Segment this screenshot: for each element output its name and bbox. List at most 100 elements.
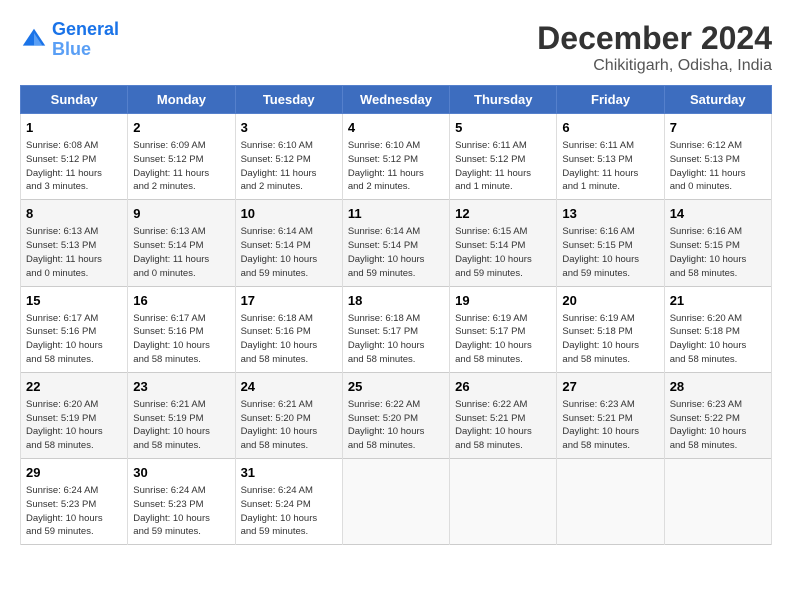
day-info: Sunrise: 6:22 AMSunset: 5:20 PMDaylight:… xyxy=(348,398,444,453)
calendar-cell: 19 Sunrise: 6:19 AMSunset: 5:17 PMDayligh… xyxy=(450,286,557,372)
weekday-header: Friday xyxy=(557,86,664,114)
day-info: Sunrise: 6:10 AMSunset: 5:12 PMDaylight:… xyxy=(348,139,444,194)
day-number: 20 xyxy=(562,292,658,310)
day-info: Sunrise: 6:14 AMSunset: 5:14 PMDaylight:… xyxy=(241,225,337,280)
day-info: Sunrise: 6:24 AMSunset: 5:24 PMDaylight:… xyxy=(241,484,337,539)
title-block: December 2024 Chikitigarh, Odisha, India xyxy=(537,20,772,75)
calendar-cell: 28 Sunrise: 6:23 AMSunset: 5:22 PMDayligh… xyxy=(664,372,771,458)
calendar-cell: 3 Sunrise: 6:10 AMSunset: 5:12 PMDaylight… xyxy=(235,114,342,200)
day-info: Sunrise: 6:17 AMSunset: 5:16 PMDaylight:… xyxy=(133,312,229,367)
day-number: 2 xyxy=(133,119,229,137)
calendar-cell: 15 Sunrise: 6:17 AMSunset: 5:16 PMDayligh… xyxy=(21,286,128,372)
day-info: Sunrise: 6:08 AMSunset: 5:12 PMDaylight:… xyxy=(26,139,122,194)
calendar-cell: 9 Sunrise: 6:13 AMSunset: 5:14 PMDaylight… xyxy=(128,200,235,286)
page-header: General Blue December 2024 Chikitigarh, … xyxy=(20,20,772,75)
calendar-cell: 26 Sunrise: 6:22 AMSunset: 5:21 PMDayligh… xyxy=(450,372,557,458)
day-number: 28 xyxy=(670,378,766,396)
calendar-table: SundayMondayTuesdayWednesdayThursdayFrid… xyxy=(20,85,772,545)
day-info: Sunrise: 6:17 AMSunset: 5:16 PMDaylight:… xyxy=(26,312,122,367)
logo-icon xyxy=(20,26,48,54)
day-info: Sunrise: 6:10 AMSunset: 5:12 PMDaylight:… xyxy=(241,139,337,194)
calendar-cell: 18 Sunrise: 6:18 AMSunset: 5:17 PMDayligh… xyxy=(342,286,449,372)
calendar-cell: 2 Sunrise: 6:09 AMSunset: 5:12 PMDaylight… xyxy=(128,114,235,200)
calendar-week-row: 8 Sunrise: 6:13 AMSunset: 5:13 PMDaylight… xyxy=(21,200,772,286)
day-info: Sunrise: 6:13 AMSunset: 5:13 PMDaylight:… xyxy=(26,225,122,280)
calendar-cell: 21 Sunrise: 6:20 AMSunset: 5:18 PMDayligh… xyxy=(664,286,771,372)
day-number: 9 xyxy=(133,205,229,223)
day-number: 5 xyxy=(455,119,551,137)
day-number: 1 xyxy=(26,119,122,137)
day-info: Sunrise: 6:09 AMSunset: 5:12 PMDaylight:… xyxy=(133,139,229,194)
day-number: 10 xyxy=(241,205,337,223)
day-info: Sunrise: 6:23 AMSunset: 5:22 PMDaylight:… xyxy=(670,398,766,453)
month-title: December 2024 xyxy=(537,20,772,57)
day-number: 19 xyxy=(455,292,551,310)
weekday-header: Tuesday xyxy=(235,86,342,114)
day-info: Sunrise: 6:12 AMSunset: 5:13 PMDaylight:… xyxy=(670,139,766,194)
calendar-cell: 23Sunrise: 6:21 AMSunset: 5:19 PMDayligh… xyxy=(128,372,235,458)
day-number: 3 xyxy=(241,119,337,137)
day-number: 18 xyxy=(348,292,444,310)
calendar-cell: 17 Sunrise: 6:18 AMSunset: 5:16 PMDayligh… xyxy=(235,286,342,372)
calendar-cell xyxy=(557,459,664,545)
day-info: Sunrise: 6:11 AMSunset: 5:13 PMDaylight:… xyxy=(562,139,658,194)
day-info: Sunrise: 6:16 AMSunset: 5:15 PMDaylight:… xyxy=(562,225,658,280)
day-number: 8 xyxy=(26,205,122,223)
calendar-cell: 5 Sunrise: 6:11 AMSunset: 5:12 PMDaylight… xyxy=(450,114,557,200)
weekday-header: Monday xyxy=(128,86,235,114)
day-number: 27 xyxy=(562,378,658,396)
calendar-cell: 10 Sunrise: 6:14 AMSunset: 5:14 PMDayligh… xyxy=(235,200,342,286)
calendar-week-row: 15 Sunrise: 6:17 AMSunset: 5:16 PMDayligh… xyxy=(21,286,772,372)
calendar-cell xyxy=(450,459,557,545)
calendar-cell: 8 Sunrise: 6:13 AMSunset: 5:13 PMDaylight… xyxy=(21,200,128,286)
calendar-cell: 31 Sunrise: 6:24 AMSunset: 5:24 PMDayligh… xyxy=(235,459,342,545)
day-number: 30 xyxy=(133,464,229,482)
day-info: Sunrise: 6:19 AMSunset: 5:18 PMDaylight:… xyxy=(562,312,658,367)
calendar-cell: 16 Sunrise: 6:17 AMSunset: 5:16 PMDayligh… xyxy=(128,286,235,372)
location-subtitle: Chikitigarh, Odisha, India xyxy=(537,57,772,75)
day-info: Sunrise: 6:24 AMSunset: 5:23 PMDaylight:… xyxy=(133,484,229,539)
weekday-header: Thursday xyxy=(450,86,557,114)
calendar-cell: 12 Sunrise: 6:15 AMSunset: 5:14 PMDayligh… xyxy=(450,200,557,286)
calendar-cell xyxy=(664,459,771,545)
calendar-cell: 6 Sunrise: 6:11 AMSunset: 5:13 PMDaylight… xyxy=(557,114,664,200)
day-info: Sunrise: 6:11 AMSunset: 5:12 PMDaylight:… xyxy=(455,139,551,194)
day-number: 7 xyxy=(670,119,766,137)
day-info: Sunrise: 6:15 AMSunset: 5:14 PMDaylight:… xyxy=(455,225,551,280)
day-info: Sunrise: 6:21 AMSunset: 5:20 PMDaylight:… xyxy=(241,398,337,453)
day-info: Sunrise: 6:14 AMSunset: 5:14 PMDaylight:… xyxy=(348,225,444,280)
calendar-cell: 13 Sunrise: 6:16 AMSunset: 5:15 PMDayligh… xyxy=(557,200,664,286)
calendar-cell: 22Sunrise: 6:20 AMSunset: 5:19 PMDayligh… xyxy=(21,372,128,458)
day-number: 24 xyxy=(241,378,337,396)
day-info: Sunrise: 6:16 AMSunset: 5:15 PMDaylight:… xyxy=(670,225,766,280)
day-number: 12 xyxy=(455,205,551,223)
weekday-header: Saturday xyxy=(664,86,771,114)
day-info: Sunrise: 6:13 AMSunset: 5:14 PMDaylight:… xyxy=(133,225,229,280)
day-info: Sunrise: 6:20 AMSunset: 5:18 PMDaylight:… xyxy=(670,312,766,367)
logo: General Blue xyxy=(20,20,119,60)
day-number: 26 xyxy=(455,378,551,396)
day-number: 31 xyxy=(241,464,337,482)
day-number: 22 xyxy=(26,378,122,396)
calendar-cell: 24 Sunrise: 6:21 AMSunset: 5:20 PMDayligh… xyxy=(235,372,342,458)
day-info: Sunrise: 6:18 AMSunset: 5:16 PMDaylight:… xyxy=(241,312,337,367)
calendar-cell: 4 Sunrise: 6:10 AMSunset: 5:12 PMDaylight… xyxy=(342,114,449,200)
day-number: 16 xyxy=(133,292,229,310)
day-info: Sunrise: 6:23 AMSunset: 5:21 PMDaylight:… xyxy=(562,398,658,453)
calendar-cell: 20 Sunrise: 6:19 AMSunset: 5:18 PMDayligh… xyxy=(557,286,664,372)
day-number: 13 xyxy=(562,205,658,223)
day-number: 21 xyxy=(670,292,766,310)
day-number: 4 xyxy=(348,119,444,137)
calendar-week-row: 22Sunrise: 6:20 AMSunset: 5:19 PMDayligh… xyxy=(21,372,772,458)
day-info: Sunrise: 6:19 AMSunset: 5:17 PMDaylight:… xyxy=(455,312,551,367)
calendar-cell xyxy=(342,459,449,545)
day-number: 25 xyxy=(348,378,444,396)
day-number: 6 xyxy=(562,119,658,137)
calendar-header: SundayMondayTuesdayWednesdayThursdayFrid… xyxy=(21,86,772,114)
day-number: 17 xyxy=(241,292,337,310)
calendar-cell: 14 Sunrise: 6:16 AMSunset: 5:15 PMDayligh… xyxy=(664,200,771,286)
day-number: 15 xyxy=(26,292,122,310)
day-info: Sunrise: 6:22 AMSunset: 5:21 PMDaylight:… xyxy=(455,398,551,453)
day-number: 14 xyxy=(670,205,766,223)
day-info: Sunrise: 6:18 AMSunset: 5:17 PMDaylight:… xyxy=(348,312,444,367)
